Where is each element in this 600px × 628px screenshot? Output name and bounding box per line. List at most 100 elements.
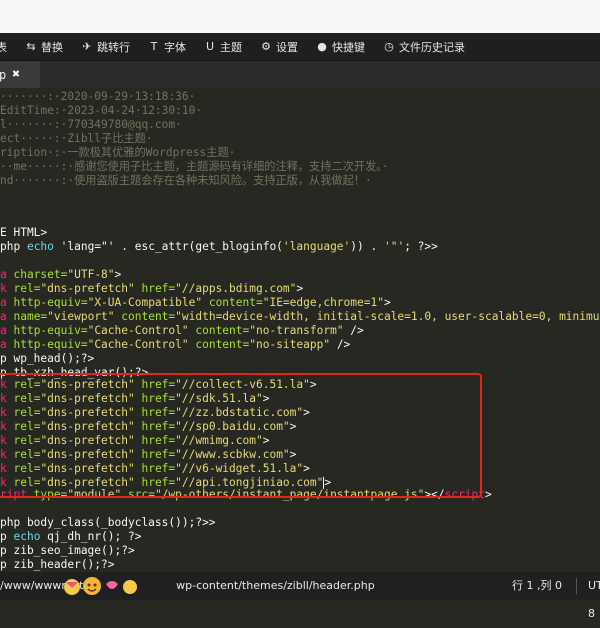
toolbar-label: 字体 [164, 40, 186, 54]
toolbar-label: 表 [0, 40, 7, 54]
code-token: a [0, 296, 7, 309]
toolbar-label: 主题 [220, 40, 242, 54]
code-token: a [0, 338, 7, 351]
close-icon[interactable]: ✖ [12, 67, 20, 82]
code-line: php body_class(_bodyclass());?>> [0, 516, 216, 529]
code-token: qj_dh_nr(); ?> [40, 530, 142, 543]
code-line: ·······:·2020-09-29·13:18:36· [0, 90, 196, 103]
status-separator [576, 578, 577, 594]
code-token: "UTF-8" [67, 268, 115, 281]
cursor-position: 行 1 ,列 0 [512, 579, 562, 592]
code-token: echo [13, 530, 41, 543]
encoding-label[interactable]: UTF-8 [588, 572, 600, 620]
code-line: p echo qj_dh_nr(); ?> [0, 530, 141, 544]
emoji-stickers [64, 577, 137, 595]
code-token: > [485, 488, 492, 501]
code-token: > [40, 226, 48, 239]
file-path-tail: wp-content/themes/zibll/header.php [176, 579, 375, 592]
code-line: p zib_seo_image();?> [0, 544, 135, 557]
code-token: content= [202, 296, 263, 309]
shortcut-button[interactable]: ● 快捷键 [307, 33, 374, 60]
code-line: a http-equiv="Cache-Control" content="no… [0, 338, 350, 352]
status-bar: /www/wwwroot/w wp-content/themes/zibll/he… [0, 572, 600, 620]
window-top-strip [0, 0, 600, 33]
code-token: "width=device-width, initial-scale=1.0, … [175, 310, 600, 323]
goto-line-icon: ✈ [82, 40, 92, 53]
code-token: "Cache-Control" [87, 338, 189, 351]
code-token: charset= [6, 268, 68, 281]
code-token: "//apps.bdimg.com" [175, 282, 297, 295]
code-token: '"' [383, 240, 405, 253]
code-line: a http-equiv="Cache-Control" content="no… [0, 324, 364, 338]
code-token: > [114, 268, 122, 281]
code-line: p zib_header();?> [0, 558, 115, 571]
code-line: ription·:·一款极其优雅的Wordpress主题· [0, 146, 236, 159]
font-icon: T [150, 40, 158, 53]
code-token: php [0, 240, 27, 253]
editor-toolbar: 表 ⇆ 替换 ✈ 跳转行 T 字体 U 主题 ⚙ 设置 ● 快捷键 ◷ 文件历史记录 [0, 33, 600, 61]
settings-button[interactable]: ⚙ 设置 [251, 33, 307, 60]
code-token: href= [134, 282, 176, 295]
toolbar-label: 设置 [276, 40, 298, 54]
code-token: > [383, 296, 391, 309]
code-line: l·······:·770349780@qq.com· [0, 118, 182, 131]
code-line: ect·····:·Zibll子比主题· [0, 132, 153, 145]
code-token: > [296, 282, 304, 295]
replace-button[interactable]: ⇆ 替换 [16, 33, 72, 60]
code-token: "Cache-Control" [87, 324, 189, 337]
code-token: )) . [350, 240, 384, 253]
code-token: 'language' [282, 240, 351, 253]
tab-header-php[interactable]: p ✖ [0, 61, 40, 88]
code-line: nd·······:·使用盗版主题会存在各种未知风险。支持正版，从我做起！· [0, 174, 372, 187]
code-token: echo [26, 240, 54, 253]
code-token: k [0, 282, 7, 295]
code-token: "dns-prefetch" [40, 282, 135, 295]
code-token: a [0, 268, 7, 281]
toolbar-label: 快捷键 [332, 40, 365, 54]
theme-icon: U [205, 40, 215, 53]
code-token: a [0, 324, 7, 337]
code-token: /> [343, 324, 364, 337]
toolbar-item-partial[interactable]: 表 [0, 33, 16, 60]
code-line: php echo 'lang="' . esc_attr(get_bloginf… [0, 240, 438, 254]
toolbar-label: 文件历史记录 [399, 40, 465, 54]
history-icon: ◷ [384, 40, 394, 53]
code-token: http-equiv= [6, 338, 88, 351]
code-editor[interactable]: ·······:·2020-09-29·13:18:36· EditTime:·… [0, 88, 600, 572]
code-token: p [0, 530, 14, 543]
highlight-annotation-box [0, 373, 482, 498]
tab-label: p [0, 67, 7, 82]
goto-line-button[interactable]: ✈ 跳转行 [72, 33, 139, 60]
font-button[interactable]: T 字体 [139, 33, 195, 60]
shortcut-icon: ● [317, 40, 327, 53]
code-token: content= [114, 310, 176, 323]
toolbar-label: 跳转行 [97, 40, 130, 54]
gear-icon: ⚙ [261, 40, 271, 53]
code-token: 'lang="' . esc_attr(get_bloginfo( [53, 240, 283, 253]
file-history-button[interactable]: ◷ 文件历史记录 [374, 33, 474, 60]
code-token: content= [188, 338, 250, 351]
code-line: E HTML> [0, 226, 47, 240]
code-token: name= [6, 310, 48, 323]
code-line: a charset="UTF-8"> [0, 268, 121, 282]
toolbar-label: 替换 [41, 40, 63, 54]
tab-bar: p ✖ [0, 61, 600, 88]
code-line: k rel="dns-prefetch" href="//apps.bdimg.… [0, 282, 303, 296]
code-token: http-equiv= [6, 296, 88, 309]
code-line: p wp_head();?> [0, 352, 95, 365]
code-token: "no-siteapp" [249, 338, 331, 351]
code-line: ··me·····:·感谢您使用子比主题，主题源码有详细的注释，支持二次开发。· [0, 160, 389, 173]
theme-button[interactable]: U 主题 [195, 33, 251, 60]
code-token: /> [330, 338, 351, 351]
code-line: a http-equiv="X-UA-Compatible" content="… [0, 296, 391, 310]
code-token: content= [188, 324, 250, 337]
code-token: "IE=edge,chrome=1" [262, 296, 384, 309]
replace-icon: ⇆ [26, 40, 36, 53]
code-token: ; ?>> [404, 240, 438, 253]
code-line: a name="viewport" content="width=device-… [0, 310, 600, 324]
code-token: http-equiv= [6, 324, 88, 337]
file-path: /www/wwwroot/w wp-content/themes/zibll/he… [0, 572, 375, 600]
code-token: "viewport" [47, 310, 115, 323]
code-token: E HTML [0, 226, 41, 239]
code-token: rel= [6, 282, 41, 295]
